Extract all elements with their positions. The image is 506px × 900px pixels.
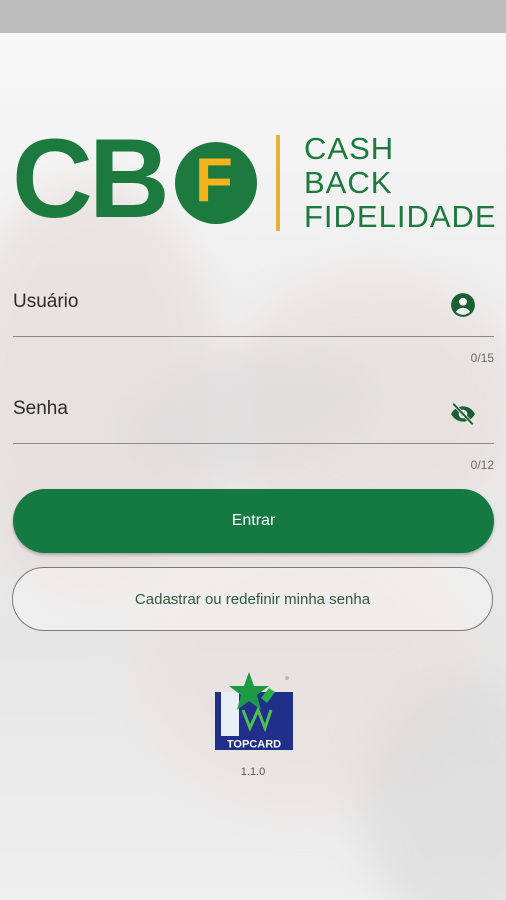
logo-divider [276, 135, 280, 231]
password-underline [13, 443, 494, 444]
app-version: 1.1.0 [240, 766, 266, 778]
logo-word-cash: CASH [304, 131, 395, 166]
account-circle-icon [451, 293, 475, 317]
password-field[interactable]: Senha 0/12 [13, 398, 494, 478]
login-button[interactable]: Entrar [13, 489, 494, 553]
username-field[interactable]: Usuário 0/15 [13, 291, 494, 371]
username-label: Usuário [13, 291, 79, 312]
logo-word-back: BACK [304, 165, 393, 200]
logo-f-letter: F [195, 146, 233, 215]
logo-word-fidelidade: FIDELIDADE [304, 199, 497, 234]
eye-off-icon[interactable] [450, 401, 476, 427]
password-counter: 0/12 [470, 458, 494, 472]
username-underline [13, 336, 494, 337]
username-counter: 0/15 [470, 351, 494, 365]
logo-words: CASH BACK FIDELIDADE [304, 132, 497, 234]
cashback-logo: CB F CASH BACK FIDELIDADE [0, 120, 506, 240]
password-label: Senha [13, 398, 68, 419]
topcard-logo: TOPCARD [215, 672, 293, 751]
status-bar [0, 0, 506, 33]
logo-letters: CB [12, 116, 170, 241]
logo-circle: F [175, 142, 257, 224]
topcard-wordmark: TOPCARD [227, 739, 281, 751]
register-reset-button[interactable]: Cadastrar ou redefinir minha senha [12, 567, 493, 631]
